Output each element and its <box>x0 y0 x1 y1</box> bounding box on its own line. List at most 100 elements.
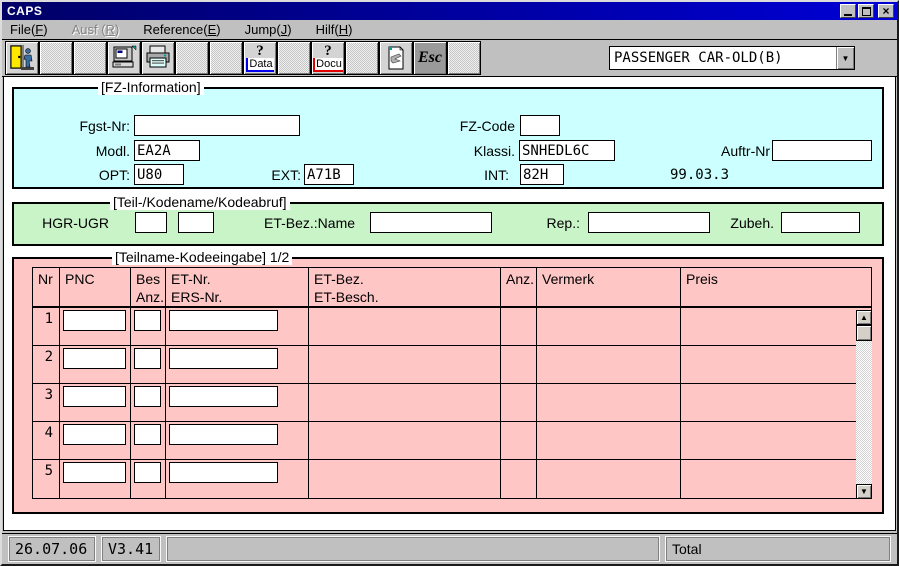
pnc-cell <box>60 422 131 460</box>
opt-label: OPT: <box>47 167 130 183</box>
window-title: CAPS <box>7 4 838 18</box>
bes-anz-input[interactable] <box>134 462 161 483</box>
et-bez-name-field[interactable] <box>370 212 492 233</box>
rep-field[interactable] <box>588 212 710 233</box>
page-button[interactable] <box>379 41 413 75</box>
date-code-text: 99.03.3 <box>670 167 729 183</box>
bes-anz-input[interactable] <box>134 386 161 407</box>
row-number: 2 <box>33 346 60 384</box>
esc-label: Esc <box>418 49 442 67</box>
question-mark-icon: ? <box>256 44 264 58</box>
modl-label: Modl. <box>47 143 130 159</box>
et-nr-cell <box>166 422 309 460</box>
opt-field[interactable] <box>134 164 184 185</box>
maximize-button[interactable] <box>858 4 874 18</box>
pnc-input[interactable] <box>63 462 126 483</box>
maximize-icon <box>862 7 871 16</box>
toolbar-blank-5 <box>277 41 311 75</box>
scrollbar-thumb[interactable] <box>856 325 872 341</box>
et-bez-cell <box>309 384 501 422</box>
col-header-vermerk: Vermerk <box>537 268 681 308</box>
fz-information-title: [FZ-Information] <box>98 79 204 95</box>
vermerk-cell <box>537 308 681 346</box>
zubeh-field[interactable] <box>781 212 860 233</box>
terminal-button[interactable] <box>107 41 141 75</box>
data-help-label: Data <box>246 58 273 72</box>
table-scrollbar[interactable]: ▲ ▼ <box>856 310 872 499</box>
pnc-cell <box>60 308 131 346</box>
pnc-input[interactable] <box>63 348 126 369</box>
int-field[interactable] <box>520 164 564 185</box>
et-nr-input[interactable] <box>169 348 278 369</box>
bes-anz-input[interactable] <box>134 424 161 445</box>
catalog-dropdown-value: PASSENGER CAR-OLD(B) <box>610 47 836 69</box>
catalog-dropdown[interactable]: PASSENGER CAR-OLD(B) ▼ <box>609 46 855 70</box>
vermerk-cell <box>537 384 681 422</box>
et-nr-input[interactable] <box>169 462 278 483</box>
esc-button[interactable]: Esc <box>413 41 447 75</box>
menu-file[interactable]: File(F) <box>10 22 48 37</box>
row-number: 5 <box>33 460 60 498</box>
anz-cell <box>501 422 537 460</box>
caps-window: { "window": { "title": "CAPS" }, "icons"… <box>0 0 899 566</box>
status-date: 26.07.06 <box>9 537 95 561</box>
close-button[interactable]: × <box>878 4 894 18</box>
bes-anz-input[interactable] <box>134 310 161 331</box>
chevron-down-icon[interactable]: ▼ <box>836 47 854 69</box>
titlebar: CAPS × <box>2 2 897 20</box>
et-bez-cell <box>309 308 501 346</box>
minimize-button[interactable] <box>840 4 856 18</box>
printer-icon <box>144 44 172 72</box>
exit-door-icon <box>8 44 36 72</box>
et-nr-input[interactable] <box>169 386 278 407</box>
pnc-cell <box>60 384 131 422</box>
col-header-et-nr: ET-Nr.ERS-Nr. <box>166 268 309 308</box>
et-nr-cell <box>166 308 309 346</box>
vermerk-cell <box>537 346 681 384</box>
pnc-cell <box>60 460 131 498</box>
preis-cell <box>681 346 871 384</box>
ext-field[interactable] <box>304 164 354 185</box>
col-header-pnc: PNC <box>60 268 131 308</box>
toolbar-blank-1 <box>39 41 73 75</box>
et-bez-name-label: ET-Bez.:Name <box>264 215 354 231</box>
bes-anz-cell <box>131 422 166 460</box>
fz-code-field[interactable] <box>520 115 560 136</box>
pnc-input[interactable] <box>63 424 126 445</box>
menubar: File(F) Ausf (R) Reference(E) Jump(J) Hi… <box>2 20 897 40</box>
et-nr-input[interactable] <box>169 310 278 331</box>
bes-anz-cell <box>131 346 166 384</box>
menu-hilf[interactable]: Hilf(H) <box>316 22 353 37</box>
status-version: V3.41 <box>102 537 160 561</box>
auftr-nr-field[interactable] <box>772 140 872 161</box>
ugr-field[interactable] <box>178 212 214 233</box>
print-button[interactable] <box>141 41 175 75</box>
fgst-nr-field[interactable] <box>134 115 300 136</box>
et-nr-input[interactable] <box>169 424 278 445</box>
exit-button[interactable] <box>5 41 39 75</box>
teilname-kodeeingabe-title: [Teilname-Kodeeingabe] 1/2 <box>112 249 292 265</box>
anz-cell <box>501 460 537 498</box>
data-help-button[interactable]: ? Data <box>243 41 277 75</box>
menu-jump[interactable]: Jump(J) <box>245 22 292 37</box>
et-nr-cell <box>166 460 309 498</box>
et-bez-cell <box>309 422 501 460</box>
scrollbar-track[interactable] <box>856 341 872 484</box>
scroll-down-button[interactable]: ▼ <box>856 484 872 499</box>
pnc-input[interactable] <box>63 310 126 331</box>
preis-cell <box>681 422 871 460</box>
modl-field[interactable] <box>134 140 200 161</box>
hgr-field[interactable] <box>135 212 167 233</box>
klassi-field[interactable] <box>519 140 615 161</box>
menu-ausf: Ausf (R) <box>72 22 120 37</box>
anz-cell <box>501 384 537 422</box>
row-number: 4 <box>33 422 60 460</box>
zubeh-label: Zubeh. <box>718 215 774 231</box>
bes-anz-input[interactable] <box>134 348 161 369</box>
docu-help-button[interactable]: ? Docu <box>311 41 345 75</box>
status-bar: 26.07.06 V3.41 Total <box>2 533 897 564</box>
scroll-up-button[interactable]: ▲ <box>856 310 872 325</box>
pnc-input[interactable] <box>63 386 126 407</box>
menu-reference[interactable]: Reference(E) <box>143 22 220 37</box>
et-bez-cell <box>309 346 501 384</box>
